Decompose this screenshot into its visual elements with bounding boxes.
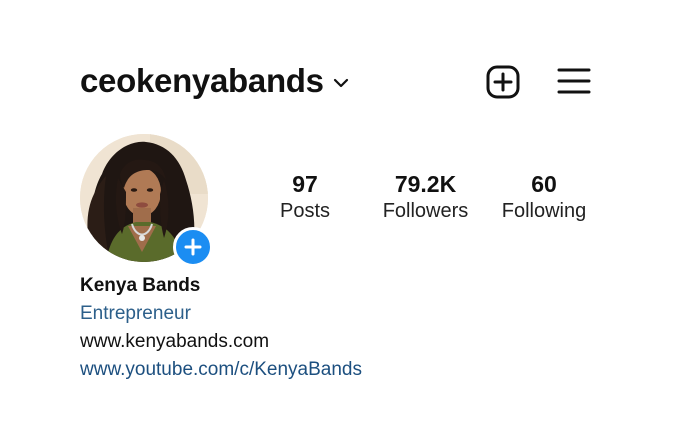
stat-posts[interactable]: 97 Posts (270, 170, 340, 224)
bio-link[interactable]: www.youtube.com/c/KenyaBands (80, 356, 640, 384)
bio-website-text: www.kenyabands.com (80, 331, 270, 352)
profile-header: ceokenyabands (80, 58, 600, 104)
username[interactable]: ceokenyabands (80, 58, 324, 104)
profile-avatar-container (80, 134, 213, 267)
profile-stats: 97 Posts 79.2K Followers 60 Following (250, 170, 620, 230)
profile-bio: Kenya Bands Entrepreneur www.kenyabands.… (80, 272, 640, 384)
chevron-down-icon[interactable] (332, 77, 350, 89)
add-story-button[interactable] (173, 227, 213, 267)
stat-following[interactable]: 60 Following (494, 170, 594, 224)
posts-count: 97 (292, 171, 318, 197)
following-count: 60 (531, 171, 557, 197)
account-switcher[interactable]: ceokenyabands (80, 58, 350, 104)
following-label: Following (501, 200, 587, 222)
hamburger-menu-icon[interactable] (557, 66, 591, 96)
stat-followers[interactable]: 79.2K Followers (373, 170, 478, 224)
plus-square-icon[interactable] (485, 64, 521, 100)
display-name: Kenya Bands (80, 275, 201, 296)
followers-count: 79.2K (394, 171, 457, 197)
plus-icon (184, 238, 202, 256)
posts-label: Posts (279, 200, 331, 222)
followers-label: Followers (382, 200, 469, 222)
category-label: Entrepreneur (80, 303, 191, 324)
